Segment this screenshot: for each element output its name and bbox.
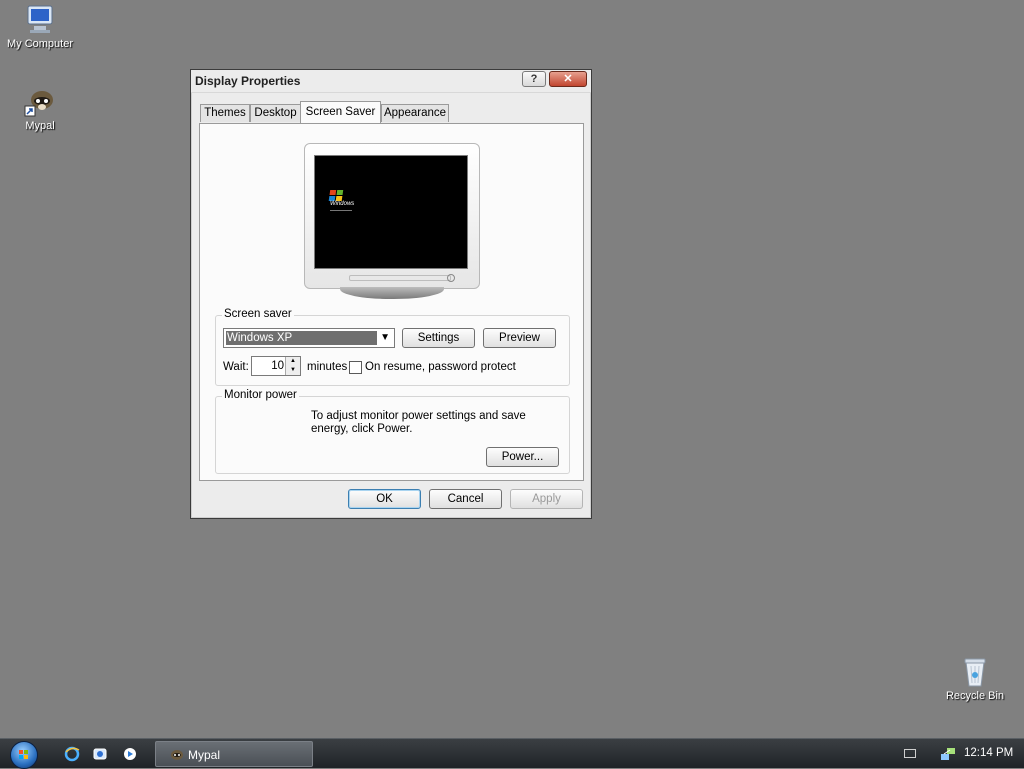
network-icon[interactable]	[940, 746, 956, 765]
password-protect-label[interactable]: On resume, password protect	[365, 361, 516, 373]
taskbar-item-mypal[interactable]: Mypal	[155, 741, 313, 767]
show-desktop-icon[interactable]	[92, 746, 108, 762]
internet-explorer-icon[interactable]	[64, 746, 80, 762]
apply-button: Apply	[510, 489, 583, 509]
screen-saver-selected: Windows XP	[226, 331, 377, 345]
my-computer-icon	[24, 4, 56, 36]
wait-minutes-value[interactable]: 10	[271, 360, 284, 372]
ok-button[interactable]: OK	[348, 489, 421, 509]
monitor-power-group: Monitor power To adjust monitor power se…	[215, 389, 570, 474]
password-protect-checkbox[interactable]	[349, 361, 362, 374]
help-button[interactable]: ?	[522, 71, 546, 87]
windows-logo-text: Windows	[330, 201, 355, 207]
recycle-bin-icon	[959, 656, 991, 688]
tab-themes[interactable]: Themes	[200, 104, 250, 122]
close-icon: ✕	[563, 73, 573, 85]
clock[interactable]: 12:14 PM	[964, 747, 1013, 759]
windows-logo-icon	[19, 750, 28, 759]
desktop-icon-mypal[interactable]: Mypal	[0, 86, 80, 132]
screen-saver-select[interactable]: Windows XP ▼	[223, 328, 395, 348]
wait-label: Wait:	[223, 361, 249, 373]
cancel-button[interactable]: Cancel	[429, 489, 502, 509]
settings-button[interactable]: Settings	[402, 328, 475, 348]
spinner-down-icon[interactable]: ▼	[285, 366, 300, 375]
wait-minutes-spinner[interactable]: 10 ▲ ▼	[251, 356, 301, 376]
tab-appearance[interactable]: Appearance	[381, 104, 449, 122]
desktop-icon-recycle-bin[interactable]: Recycle Bin	[935, 656, 1015, 702]
monitor-stand	[340, 287, 444, 299]
preview-button[interactable]: Preview	[483, 328, 556, 348]
mypal-task-icon	[168, 747, 184, 766]
preview-screen: Windows	[314, 155, 468, 269]
chevron-down-icon[interactable]: ▼	[380, 332, 390, 343]
title-bar[interactable]: Display Properties ? ✕	[191, 70, 591, 93]
start-button[interactable]	[10, 741, 38, 769]
desktop-icon-my-computer[interactable]: My Computer	[0, 4, 80, 50]
desktop-icon-label: Mypal	[25, 120, 55, 132]
monitor-power-group-label: Monitor power	[222, 389, 299, 401]
screen-saver-panel: Windows Screen saver Windows XP ▼ Settin…	[199, 123, 584, 481]
keyboard-icon[interactable]	[904, 749, 916, 758]
minutes-label: minutes	[307, 361, 348, 373]
screen-saver-group: Screen saver Windows XP ▼ Settings Previ…	[215, 308, 570, 386]
media-player-icon[interactable]	[122, 746, 138, 762]
tab-screen-saver[interactable]: Screen Saver	[300, 101, 381, 123]
desktop-icon-label: Recycle Bin	[945, 690, 1005, 702]
screen-saver-group-label: Screen saver	[222, 308, 294, 320]
tab-desktop[interactable]: Desktop	[250, 104, 301, 122]
monitor-preview: Windows	[304, 143, 480, 289]
desktop-icon-label: My Computer	[6, 38, 74, 50]
taskbar-item-label: Mypal	[188, 748, 221, 762]
monitor-power-description: To adjust monitor power settings and sav…	[311, 410, 526, 435]
power-led	[447, 274, 455, 282]
close-button[interactable]: ✕	[549, 71, 587, 87]
power-button[interactable]: Power...	[486, 447, 559, 467]
monitor-vent	[349, 275, 451, 281]
window-title: Display Properties	[195, 74, 301, 88]
mypal-icon	[24, 86, 56, 118]
taskbar: Mypal 12:14 PM	[0, 738, 1024, 769]
display-properties-window: Display Properties ? ✕ Themes Desktop Sc…	[190, 69, 592, 519]
